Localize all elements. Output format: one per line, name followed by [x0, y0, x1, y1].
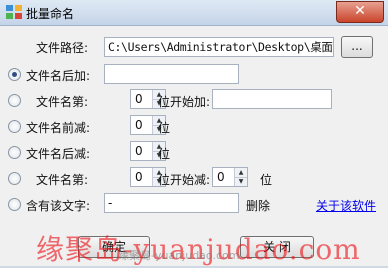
remove-middle-count-stepper[interactable]: 0 ▲ ▼ — [212, 167, 248, 187]
option-remove-back-radio[interactable] — [8, 146, 21, 159]
insert-position-value: 0 — [135, 92, 143, 106]
spin-down-icon[interactable]: ▼ — [235, 177, 247, 186]
option-remove-front-radio[interactable] — [8, 120, 21, 133]
remove-front-suffix: 位 — [158, 121, 171, 135]
remove-back-suffix: 位 — [158, 147, 171, 161]
contains-text-input[interactable]: - — [104, 193, 239, 213]
option-insert-radio[interactable] — [8, 94, 21, 107]
option-contains-text-radio[interactable] — [8, 198, 21, 211]
remove-middle-suffix2: 位 — [260, 173, 273, 187]
option-append-label: 文件名后加: — [26, 69, 91, 83]
about-software-link[interactable]: 关于该软件 — [316, 197, 376, 214]
remove-middle-count-value: 0 — [217, 170, 225, 184]
remove-middle-suffix: 位开始减: — [158, 173, 211, 187]
remove-back-value: 0 — [135, 144, 143, 158]
option-insert-label: 文件名第: — [36, 95, 89, 109]
option-remove-middle-radio[interactable] — [8, 172, 21, 185]
title-bar: 批量命名 ✕ — [0, 0, 388, 26]
window-title: 批量命名 — [26, 7, 75, 21]
watermark-small-text: 缘聚岛-yuanjudao.com — [118, 249, 240, 262]
close-icon: ✕ — [354, 3, 366, 19]
option-remove-front-label: 文件名前减: — [26, 121, 91, 135]
window-close-button[interactable]: ✕ — [336, 1, 384, 23]
browse-button[interactable]: ... — [341, 36, 373, 58]
path-label: 文件路径: — [36, 41, 89, 55]
insert-suffix-label: 位开始加: — [158, 95, 211, 109]
remove-middle-start-value: 0 — [135, 170, 143, 184]
append-text-input[interactable] — [104, 64, 239, 84]
option-remove-middle-label: 文件名第: — [36, 173, 89, 187]
option-remove-back-label: 文件名后减: — [26, 147, 91, 161]
path-input[interactable]: C:\Users\Administrator\Desktop\桌面集合 — [104, 37, 334, 57]
insert-text-input[interactable] — [212, 89, 332, 109]
remove-front-value: 0 — [135, 118, 143, 132]
app-icon — [6, 5, 22, 19]
option-append-radio[interactable] — [8, 68, 21, 81]
option-contains-text-label: 含有该文字: — [26, 199, 91, 213]
delete-label: 删除 — [246, 199, 271, 213]
